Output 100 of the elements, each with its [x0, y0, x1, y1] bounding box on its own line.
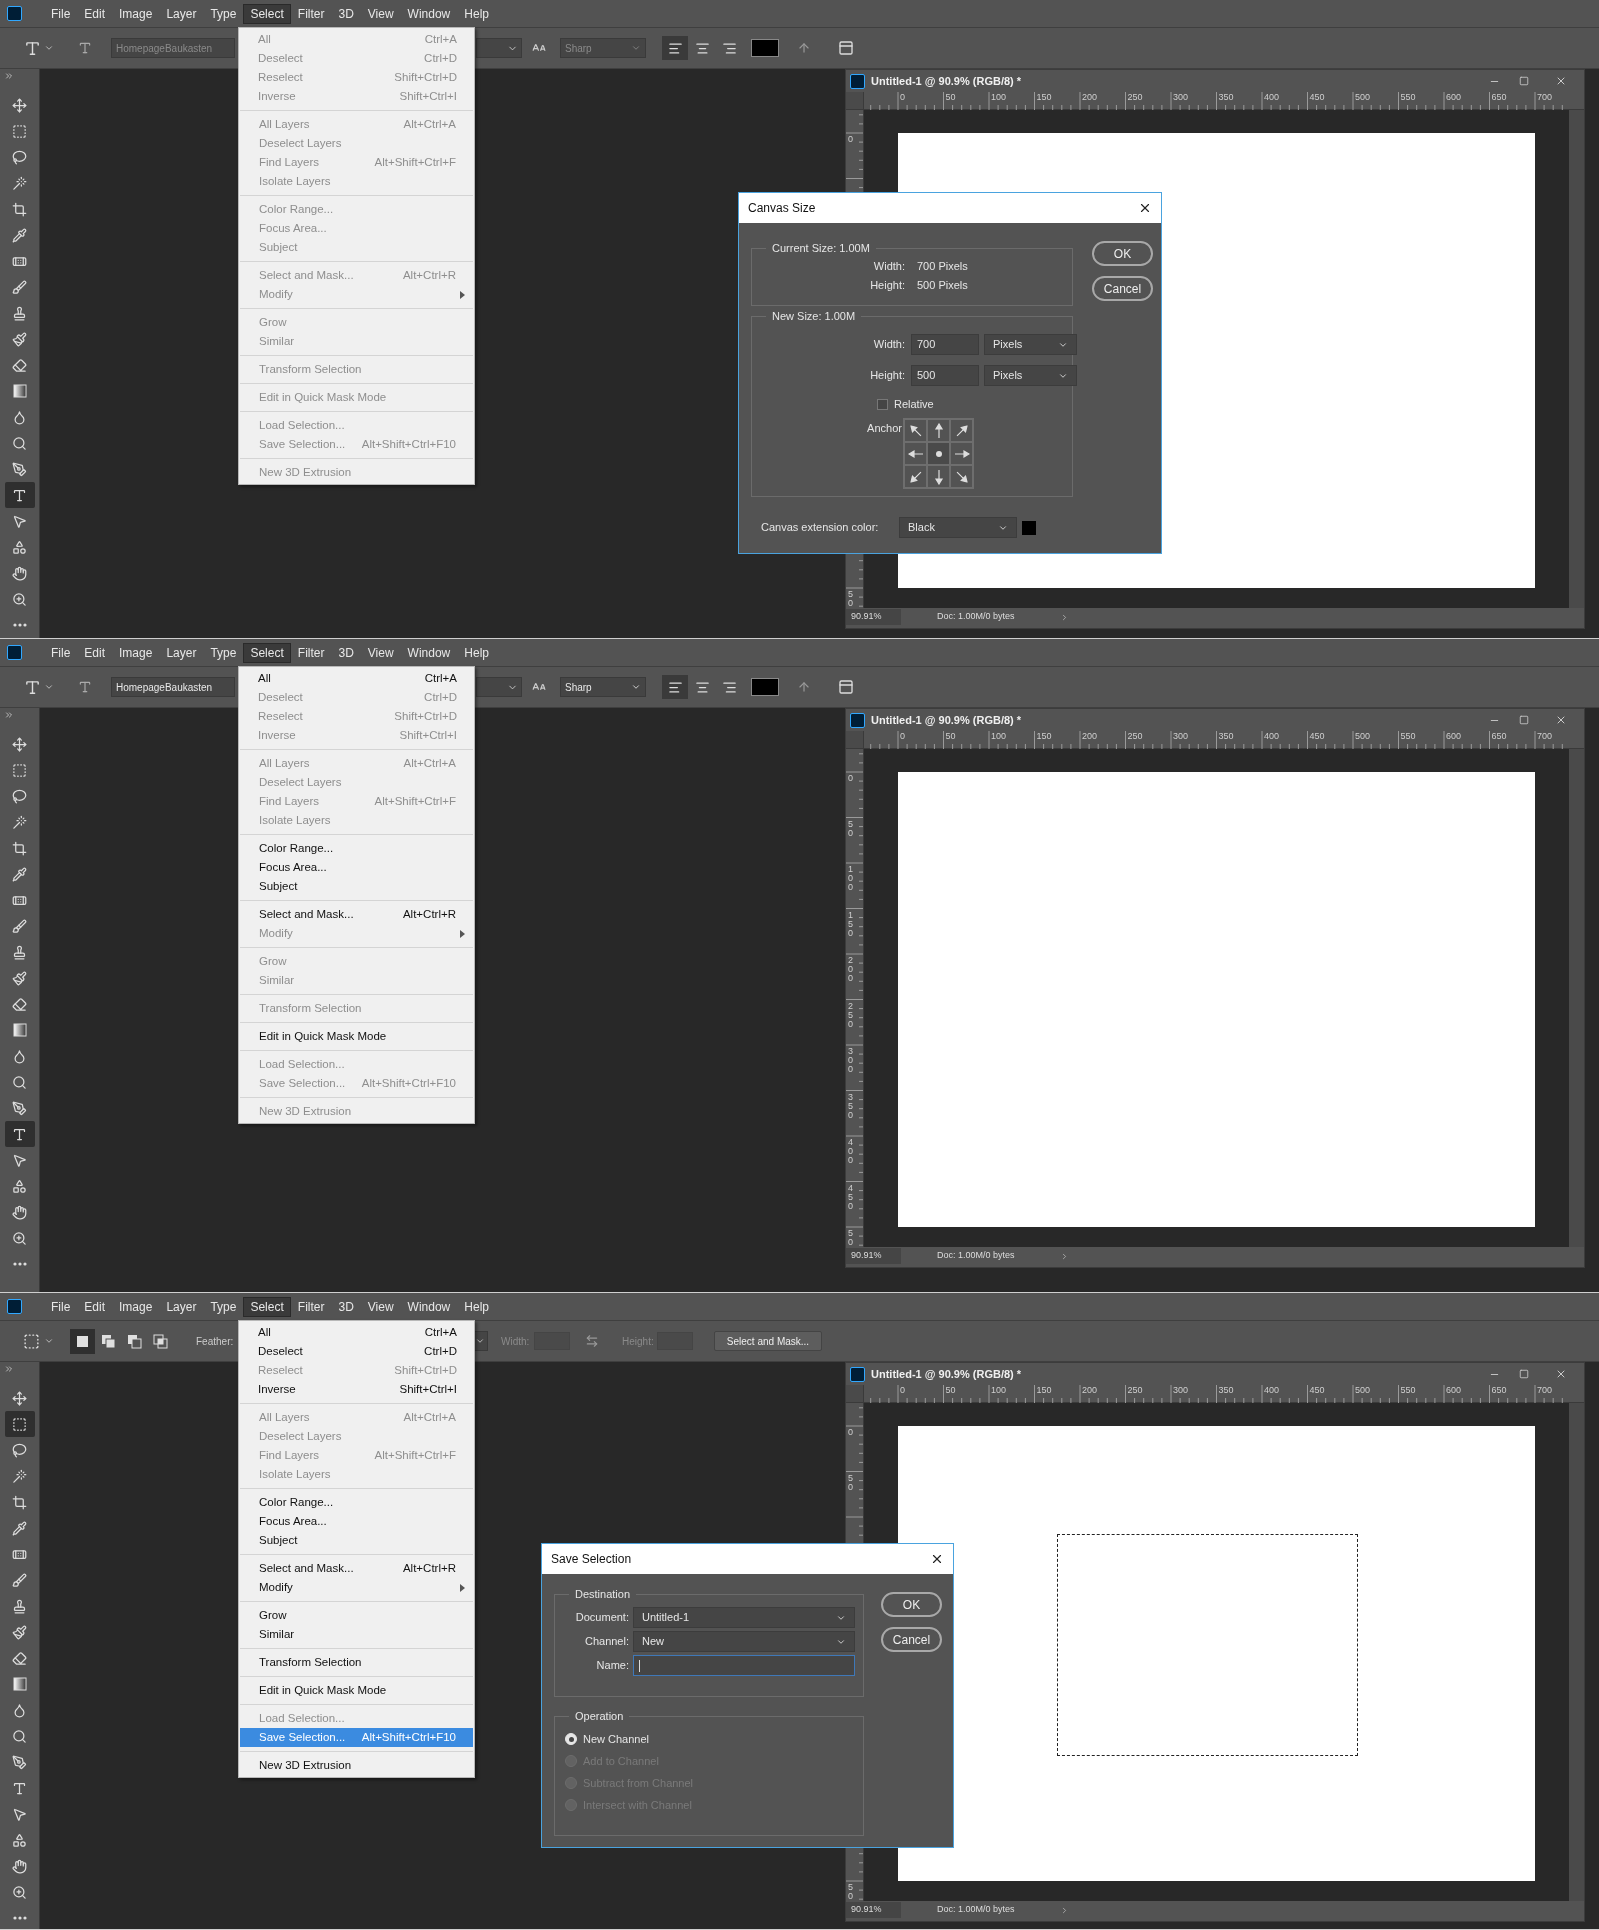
- type-tool[interactable]: [4, 1121, 35, 1147]
- anchor-cell[interactable]: [904, 419, 927, 442]
- menu-item[interactable]: Edit: [77, 3, 113, 24]
- menu-entry[interactable]: Subject: [240, 877, 473, 896]
- menu-entry[interactable]: Select and Mask... Alt+Ctrl+R: [240, 905, 473, 924]
- menu-item[interactable]: Type: [203, 1296, 244, 1317]
- menu-item[interactable]: Type: [203, 3, 244, 24]
- select-and-mask-button[interactable]: Select and Mask...: [714, 1331, 822, 1351]
- menu-item[interactable]: Edit: [77, 1296, 113, 1317]
- zoom-field[interactable]: 90.91%: [846, 1902, 901, 1918]
- anchor-cell[interactable]: [904, 465, 927, 488]
- extension-color-swatch[interactable]: [1022, 520, 1036, 535]
- zoom-field[interactable]: 90.91%: [846, 609, 901, 625]
- menu-entry[interactable]: Grow: [240, 1606, 473, 1625]
- font-family-field[interactable]: HomepageBaukasten: [111, 677, 235, 697]
- close-icon[interactable]: [930, 1552, 944, 1566]
- menu-item[interactable]: Window: [400, 1296, 458, 1317]
- size-label: Height:: [869, 278, 905, 293]
- ruler-label: 200: [1082, 93, 1098, 102]
- menu-entry[interactable]: New 3D Extrusion: [240, 1756, 473, 1775]
- menu-item[interactable]: Filter: [290, 642, 332, 663]
- menu-entry[interactable]: Edit in Quick Mask Mode: [240, 1681, 473, 1700]
- pen-icon: [12, 1100, 27, 1116]
- dialog-title: Save Selection: [551, 1551, 632, 1568]
- zoom-icon: [12, 1230, 27, 1246]
- menu-item[interactable]: Type: [203, 642, 244, 663]
- menu-entry[interactable]: Similar: [240, 1625, 473, 1644]
- zoom-field[interactable]: 90.91%: [846, 1248, 901, 1264]
- dialog-button[interactable]: OK: [1092, 241, 1153, 266]
- menu-entry[interactable]: Inverse Shift+Ctrl+I: [239, 1380, 474, 1399]
- anchor-cell[interactable]: [927, 442, 950, 465]
- menu-entry[interactable]: Transform Selection: [240, 1653, 473, 1672]
- menu-item[interactable]: Help: [457, 1296, 496, 1317]
- menu-item[interactable]: View: [360, 3, 401, 24]
- dialog-button[interactable]: Cancel: [881, 1627, 942, 1652]
- type-tool[interactable]: [4, 482, 35, 508]
- text-color-swatch[interactable]: [751, 678, 779, 696]
- menu-entry[interactable]: Focus Area...: [240, 1512, 473, 1531]
- antialias-dropdown[interactable]: Sharp: [560, 677, 646, 697]
- size-field[interactable]: 500: [911, 365, 979, 386]
- menu-item[interactable]: Image: [112, 3, 160, 24]
- menu-item[interactable]: File: [44, 1296, 78, 1317]
- menu-entry[interactable]: All Ctrl+A: [239, 669, 474, 688]
- menu-entry[interactable]: Focus Area...: [240, 858, 473, 877]
- menu-item[interactable]: File: [44, 642, 78, 663]
- dashed-square-tool[interactable]: [4, 1411, 35, 1437]
- menu-entry[interactable]: Save Selection... Alt+Shift+Ctrl+F10: [240, 1728, 473, 1747]
- menu-item[interactable]: View: [360, 642, 401, 663]
- anchor-cell[interactable]: [904, 442, 927, 465]
- extension-color-dropdown[interactable]: Black: [899, 517, 1017, 538]
- menu-entry[interactable]: Select and Mask... Alt+Ctrl+R: [240, 1559, 473, 1578]
- ruler-label: 200: [1082, 732, 1098, 741]
- menu-item[interactable]: Layer: [159, 1296, 204, 1317]
- menu-entry[interactable]: Color Range...: [240, 839, 473, 858]
- anchor-cell[interactable]: [927, 465, 950, 488]
- menu-item[interactable]: Select: [243, 3, 291, 24]
- menu-item[interactable]: 3D: [331, 1296, 361, 1317]
- anchor-cell[interactable]: [950, 419, 973, 442]
- anchor-cell[interactable]: [950, 465, 973, 488]
- ruler-label: 550: [1400, 93, 1416, 102]
- selection-mode-new-button[interactable]: [70, 1328, 95, 1354]
- anchor-cell[interactable]: [927, 419, 950, 442]
- menu-item[interactable]: Edit: [77, 642, 113, 663]
- menu-item[interactable]: View: [360, 1296, 401, 1317]
- menu-item[interactable]: 3D: [331, 3, 361, 24]
- unit-dropdown[interactable]: Pixels: [984, 334, 1077, 355]
- menu-item[interactable]: Help: [457, 3, 496, 24]
- dialog-button[interactable]: OK: [881, 1592, 942, 1617]
- menu-item[interactable]: Filter: [290, 3, 332, 24]
- group-legend: Destination: [569, 1587, 637, 1601]
- menu-item[interactable]: Select: [243, 642, 291, 663]
- menu-entry[interactable]: Edit in Quick Mask Mode: [240, 1027, 473, 1046]
- dialog-button[interactable]: Cancel: [1092, 276, 1153, 301]
- menu-item[interactable]: Window: [400, 642, 458, 663]
- menu-item[interactable]: 3D: [331, 642, 361, 663]
- unit-dropdown[interactable]: Pixels: [984, 365, 1077, 386]
- size-label: Height:: [869, 368, 905, 384]
- menu-item[interactable]: Layer: [159, 3, 204, 24]
- size-field[interactable]: 700: [911, 334, 979, 355]
- menu-item[interactable]: Select: [243, 1296, 291, 1317]
- menu-item[interactable]: Image: [112, 642, 160, 663]
- menu-item[interactable]: File: [44, 3, 78, 24]
- menu-item[interactable]: Window: [400, 3, 458, 24]
- menu-entry[interactable]: Color Range...: [240, 1493, 473, 1512]
- menu-item[interactable]: Help: [457, 642, 496, 663]
- menu-item[interactable]: Filter: [290, 1296, 332, 1317]
- align-left-button[interactable]: [662, 675, 688, 699]
- menu-entry[interactable]: Modify: [240, 1578, 473, 1597]
- menu-item[interactable]: Layer: [159, 642, 204, 663]
- menu-entry[interactable]: Subject: [240, 1531, 473, 1550]
- name-field[interactable]: [633, 1655, 855, 1676]
- dropdown[interactable]: New: [633, 1631, 855, 1652]
- anchor-cell[interactable]: [950, 442, 973, 465]
- relative-checkbox[interactable]: [877, 398, 888, 410]
- menu-entry[interactable]: Deselect Ctrl+D: [239, 1342, 474, 1361]
- menu-entry[interactable]: All Ctrl+A: [239, 1323, 474, 1342]
- menu-item[interactable]: Image: [112, 1296, 160, 1317]
- zoom-icon: [12, 1884, 27, 1900]
- close-icon[interactable]: [1138, 201, 1152, 215]
- dropdown[interactable]: Untitled-1: [633, 1607, 855, 1628]
